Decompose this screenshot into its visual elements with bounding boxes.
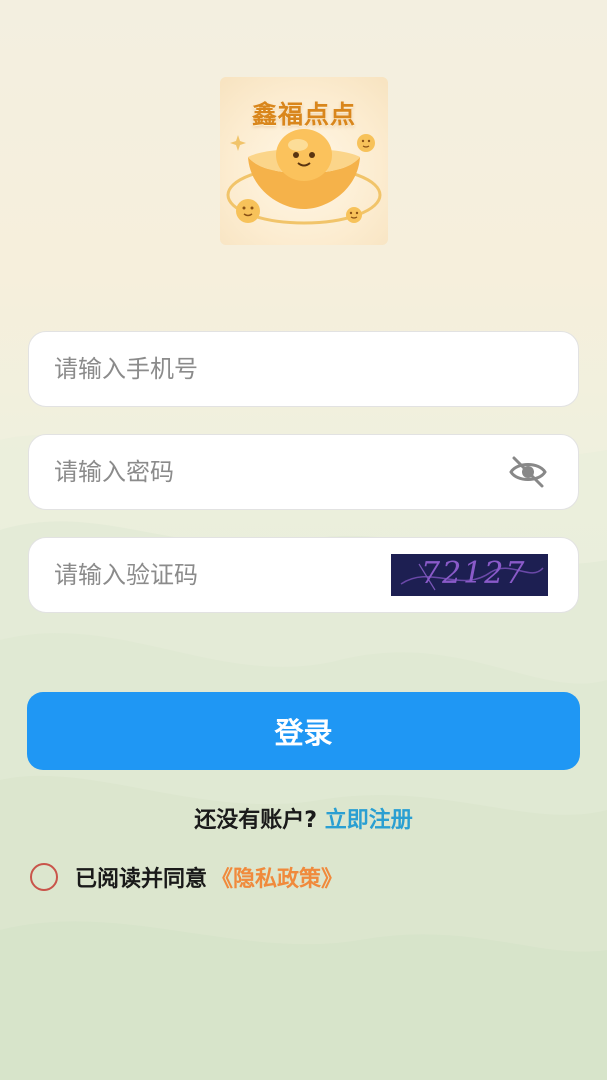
logo-title: 鑫福点点 — [251, 100, 356, 129]
captcha-text: 72127 — [421, 556, 527, 591]
phone-input[interactable] — [29, 332, 578, 406]
captcha-image[interactable]: 72127 — [391, 554, 548, 596]
captcha-field-container: 72127 — [28, 537, 579, 613]
register-row: 还没有账户? 立即注册 — [0, 802, 607, 834]
register-prompt: 还没有账户? — [194, 808, 318, 833]
agree-radio[interactable] — [30, 863, 58, 891]
password-field-container — [28, 434, 579, 510]
phone-field-container — [28, 331, 579, 407]
password-input[interactable] — [29, 435, 508, 509]
login-button[interactable]: 登录 — [27, 692, 580, 770]
register-link[interactable]: 立即注册 — [325, 808, 413, 833]
privacy-policy-link[interactable]: 《隐私政策》 — [211, 861, 343, 893]
eye-off-icon[interactable] — [508, 452, 548, 492]
agreement-text: 已阅读并同意 — [75, 867, 208, 892]
app-logo: 鑫福点点 — [220, 77, 388, 245]
captcha-input[interactable] — [29, 538, 391, 612]
agreement-row: 已阅读并同意 《隐私政策》 — [30, 861, 343, 893]
